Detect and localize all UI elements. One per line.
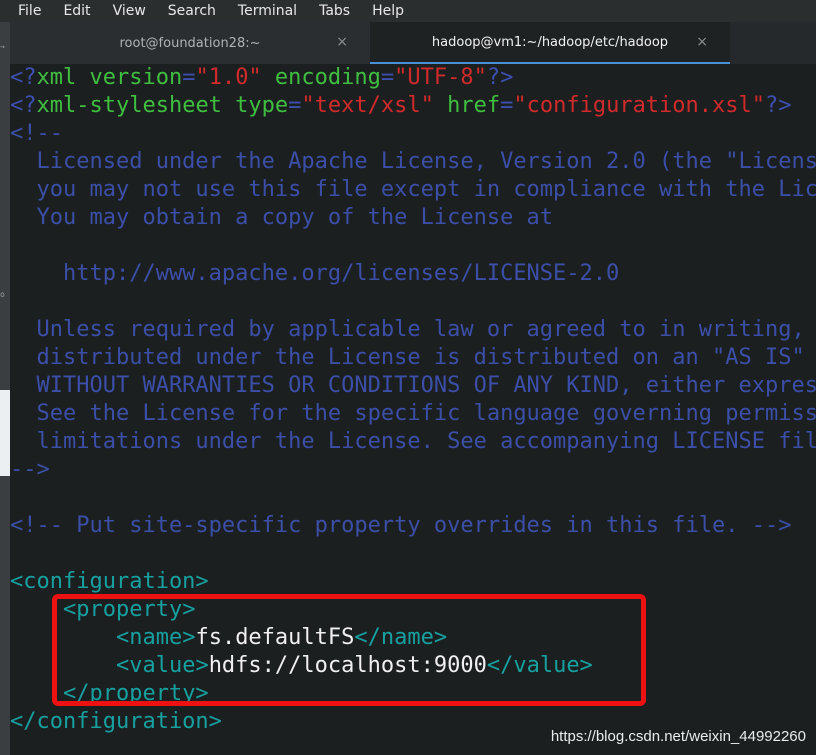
watermark: https://blog.csdn.net/weixin_44992260 — [550, 728, 806, 745]
tab-bar: root@foundation28:~ × hadoop@vm1:~/hadoop/… — [10, 22, 816, 64]
terminal-text: </configuration> — [10, 709, 222, 734]
terminal-text: distributed under the License is distrib… — [10, 345, 816, 370]
terminal-text: See the License for the specific languag… — [36, 401, 816, 426]
terminal-line: --> — [10, 456, 816, 484]
terminal-line: distributed under the License is distrib… — [10, 344, 816, 372]
background-glyph: o — [0, 290, 5, 299]
background-glyph: → — [0, 42, 5, 51]
menu-view[interactable]: View — [102, 0, 157, 22]
background-window-panel — [0, 390, 10, 476]
terminal-text: ?> — [765, 93, 792, 118]
terminal-text: --> — [10, 457, 50, 482]
terminal-text: <? — [10, 93, 37, 118]
terminal-text: <!-- — [10, 121, 63, 146]
terminal-text: xml version — [36, 65, 183, 90]
terminal-line: <!-- — [10, 120, 816, 148]
terminal-text: "1.0" — [195, 65, 262, 90]
terminal-text: href — [433, 93, 501, 118]
terminal-text: = — [380, 65, 395, 90]
terminal-text: you may not use this file except in comp… — [10, 177, 816, 202]
menu-file[interactable]: File — [6, 0, 52, 22]
terminal-line: Unless required by applicable law or agr… — [10, 316, 816, 344]
terminal-text: = — [288, 93, 302, 118]
tab-title: root@foundation28:~ — [119, 35, 261, 51]
terminal-text: <configuration> — [10, 569, 209, 594]
menu-help[interactable]: Help — [361, 0, 415, 22]
menu-tabs[interactable]: Tabs — [308, 0, 361, 22]
terminal-text: http://www.apache.org/licenses/LICENSE-2… — [10, 261, 620, 286]
terminal-line: <!-- Put site-specific property override… — [10, 512, 816, 540]
terminal-text: "configuration.xsl" — [513, 93, 766, 118]
terminal-text: limitations under the License. See accom… — [10, 429, 816, 454]
highlight-box — [52, 594, 646, 706]
terminal-text: = — [500, 93, 514, 118]
terminal-text: ?> — [486, 65, 514, 90]
terminal-line: See the License for the specific languag… — [10, 400, 816, 428]
menu-search[interactable]: Search — [157, 0, 227, 22]
terminal-text: <? — [10, 65, 37, 90]
terminal-tab[interactable]: root@foundation28:~ × — [10, 22, 370, 64]
terminal-text: You may obtain a copy of the License at — [10, 205, 554, 230]
close-icon[interactable]: × — [336, 34, 348, 50]
terminal-text: "text/xsl" — [301, 93, 434, 118]
terminal-line: <?xml version="1.0" encoding="UTF-8"?> — [10, 64, 816, 92]
terminal-text: Licensed under the Apache License, Versi… — [10, 149, 816, 174]
terminal-text: = — [182, 65, 196, 90]
terminal-line: WITHOUT WARRANTIES OR CONDITIONS OF ANY … — [10, 372, 816, 400]
close-icon[interactable]: × — [696, 34, 708, 50]
terminal-text: <!-- Put site-specific property override… — [10, 513, 792, 538]
terminal-text: xml-stylesheet type — [36, 93, 289, 118]
tab-title: hadoop@vm1:~/hadoop/etc/hadoop — [431, 34, 669, 50]
background-window-edge: → o — [0, 22, 10, 755]
terminal-line: limitations under the License. See accom… — [10, 428, 816, 456]
terminal-line: Licensed under the Apache License, Versi… — [10, 148, 816, 176]
terminal-line: <?xml-stylesheet type="text/xsl" href="c… — [10, 92, 816, 120]
menu-bar: File Edit View Search Terminal Tabs Help — [0, 0, 816, 22]
menu-terminal[interactable]: Terminal — [227, 0, 308, 22]
menu-edit[interactable]: Edit — [52, 0, 101, 22]
terminal-text: encoding — [261, 65, 381, 90]
terminal-text: Unless required by applicable law or agr… — [36, 317, 805, 342]
terminal-line: http://www.apache.org/licenses/LICENSE-2… — [10, 260, 816, 288]
terminal-text: "UTF-8" — [394, 65, 487, 90]
terminal-text: WITHOUT WARRANTIES OR CONDITIONS OF ANY … — [36, 373, 816, 398]
terminal-line: You may obtain a copy of the License at — [10, 204, 816, 232]
terminal-line: you may not use this file except in comp… — [10, 176, 816, 204]
terminal-tab[interactable]: hadoop@vm1:~/hadoop/etc/hadoop × — [370, 22, 730, 64]
terminal-line: <configuration> — [10, 568, 816, 596]
